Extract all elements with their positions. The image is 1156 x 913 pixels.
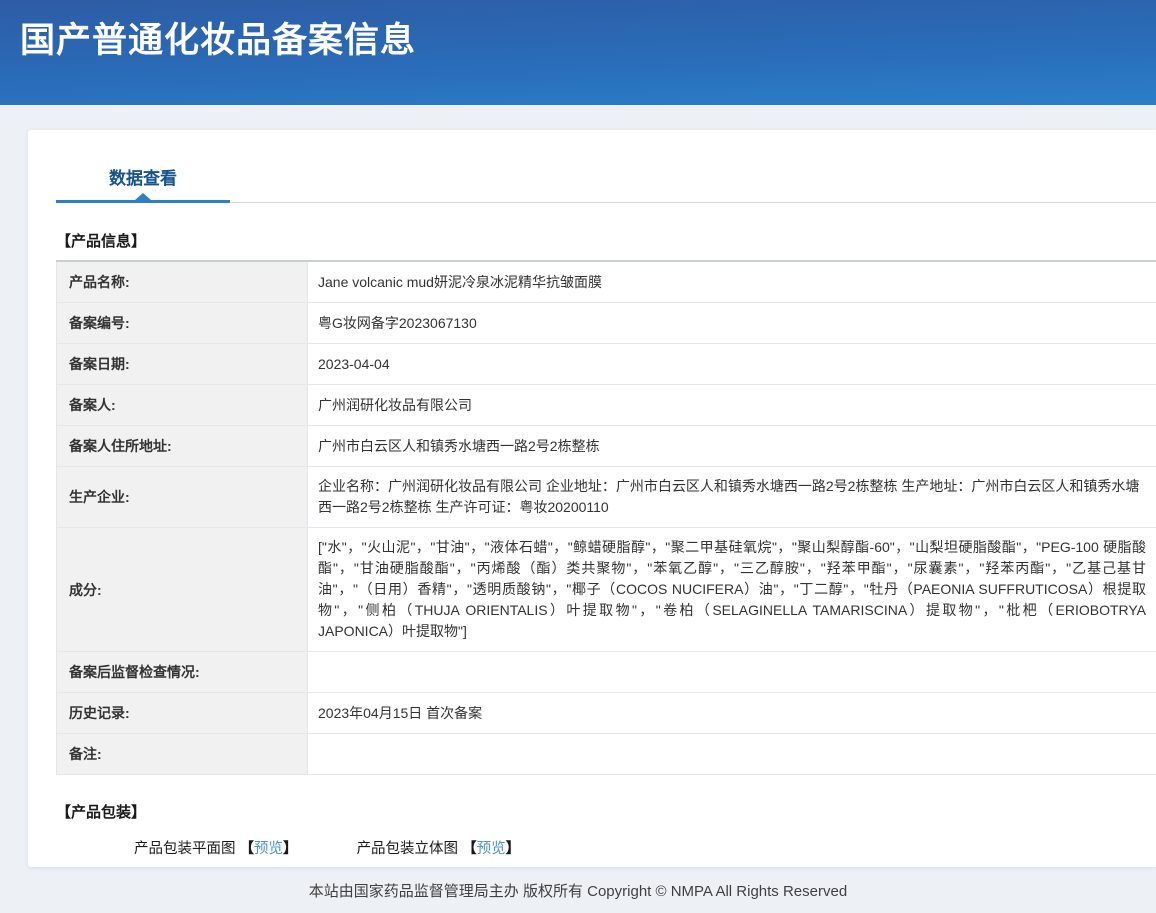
table-row: 成分: ["水"，"火山泥"，"甘油"，"液体石蜡"，"鲸蜡硬脂醇"，"聚二甲基… bbox=[57, 528, 1156, 652]
table-row: 历史记录: 2023年04月15日 首次备案 bbox=[57, 693, 1156, 734]
field-label: 备案日期: bbox=[57, 344, 308, 385]
packaging-stereo-label: 产品包装立体图 bbox=[357, 841, 459, 857]
tab-data-view-label: 数据查看 bbox=[109, 169, 177, 188]
bracket-open: 【 bbox=[462, 841, 477, 857]
field-label: 历史记录: bbox=[57, 693, 308, 734]
page-title: 国产普通化妆品备案信息 bbox=[20, 12, 1156, 63]
field-value: 广州润研化妆品有限公司 bbox=[308, 385, 1156, 426]
packaging-flat-label: 产品包装平面图 bbox=[134, 841, 236, 857]
bracket-open: 【 bbox=[240, 841, 255, 857]
page-body: 数据查看 【产品信息】 产品名称: Jane volcanic mud妍泥冷泉冰… bbox=[0, 105, 1156, 913]
field-value: Jane volcanic mud妍泥冷泉冰泥精华抗皱面膜 bbox=[308, 261, 1156, 303]
field-value: 2023-04-04 bbox=[308, 344, 1156, 385]
packaging-flat-item: 产品包装平面图 【预览】 bbox=[134, 841, 302, 857]
table-row: 备案日期: 2023-04-04 bbox=[57, 344, 1156, 385]
field-value-ingredients: ["水"，"火山泥"，"甘油"，"液体石蜡"，"鲸蜡硬脂醇"，"聚二甲基硅氧烷"… bbox=[308, 528, 1156, 652]
field-label: 备案人: bbox=[57, 385, 308, 426]
packaging-flat-preview-link[interactable]: 预览 bbox=[254, 841, 283, 857]
tab-active-triangle-icon bbox=[135, 193, 151, 200]
table-row: 备注: bbox=[57, 734, 1156, 775]
section-heading-product-info: 【产品信息】 bbox=[56, 230, 1156, 251]
field-label: 备案后监督检查情况: bbox=[57, 652, 308, 693]
table-row: 备案编号: 粤G妆网备字2023067130 bbox=[57, 303, 1156, 344]
content-card: 数据查看 【产品信息】 产品名称: Jane volcanic mud妍泥冷泉冰… bbox=[28, 130, 1156, 867]
bracket-close: 】 bbox=[506, 841, 521, 857]
field-value: 2023年04月15日 首次备案 bbox=[308, 693, 1156, 734]
table-row: 备案人住所地址: 广州市白云区人和镇秀水塘西一路2号2栋整栋 bbox=[57, 426, 1156, 467]
bracket-close: 】 bbox=[283, 841, 298, 857]
tab-data-view[interactable]: 数据查看 bbox=[56, 164, 230, 203]
table-row: 产品名称: Jane volcanic mud妍泥冷泉冰泥精华抗皱面膜 bbox=[57, 261, 1156, 303]
copyright-text: 本站由国家药品监督管理局主办 版权所有 Copyright © NMPA All… bbox=[309, 880, 847, 901]
field-value: 广州市白云区人和镇秀水塘西一路2号2栋整栋 bbox=[308, 426, 1156, 467]
field-value: 粤G妆网备字2023067130 bbox=[308, 303, 1156, 344]
field-label: 生产企业: bbox=[57, 467, 308, 528]
field-label: 备案人住所地址: bbox=[57, 426, 308, 467]
packaging-preview-row: 产品包装平面图 【预览】 产品包装立体图 【预览】 bbox=[56, 837, 1156, 858]
page-header: 国产普通化妆品备案信息 bbox=[0, 0, 1156, 105]
field-value bbox=[308, 734, 1156, 775]
product-info-table: 产品名称: Jane volcanic mud妍泥冷泉冰泥精华抗皱面膜 备案编号… bbox=[56, 260, 1156, 775]
field-label: 备注: bbox=[57, 734, 308, 775]
field-label: 成分: bbox=[57, 528, 308, 652]
packaging-stereo-item: 产品包装立体图 【预览】 bbox=[357, 841, 521, 857]
field-value: 企业名称：广州润研化妆品有限公司 企业地址：广州市白云区人和镇秀水塘西一路2号2… bbox=[308, 467, 1156, 528]
table-row: 备案后监督检查情况: bbox=[57, 652, 1156, 693]
field-label: 产品名称: bbox=[57, 261, 308, 303]
packaging-stereo-preview-link[interactable]: 预览 bbox=[477, 841, 506, 857]
field-label: 备案编号: bbox=[57, 303, 308, 344]
section-heading-product-packaging: 【产品包装】 bbox=[56, 801, 1156, 822]
table-row: 备案人: 广州润研化妆品有限公司 bbox=[57, 385, 1156, 426]
table-row: 生产企业: 企业名称：广州润研化妆品有限公司 企业地址：广州市白云区人和镇秀水塘… bbox=[57, 467, 1156, 528]
field-value bbox=[308, 652, 1156, 693]
page-footer: 本站由国家药品监督管理局主办 版权所有 Copyright © NMPA All… bbox=[0, 867, 1156, 913]
tab-bar: 数据查看 bbox=[56, 164, 1156, 204]
